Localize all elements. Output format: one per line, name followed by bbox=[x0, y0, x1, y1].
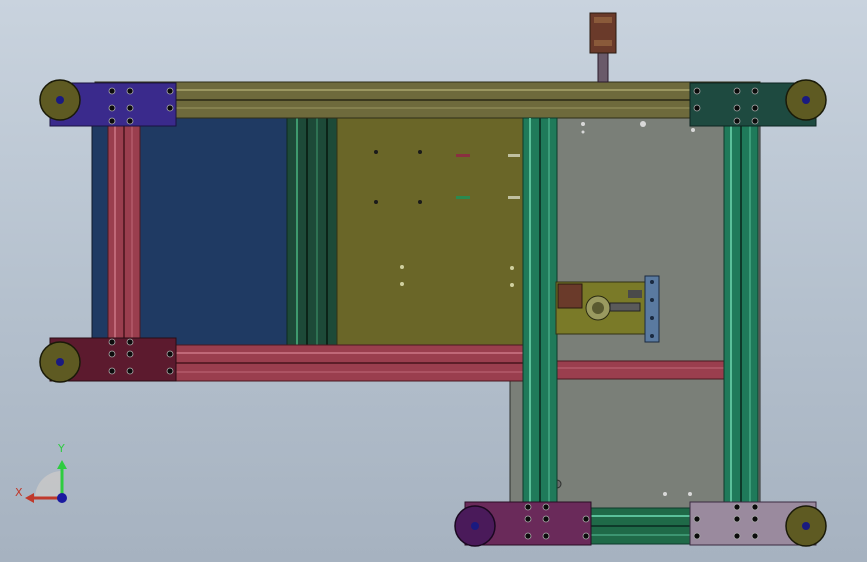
carriage-motor[interactable] bbox=[557, 283, 583, 309]
cad-graphics-viewport[interactable]: X Y bbox=[0, 0, 867, 562]
triad-y-label: Y bbox=[58, 442, 65, 455]
top-motor-shaft[interactable] bbox=[597, 51, 609, 83]
wheel-top-left[interactable] bbox=[39, 79, 81, 121]
coordinate-triad bbox=[25, 460, 67, 503]
wheel-bottom-right[interactable] bbox=[785, 505, 827, 547]
triad-plane-icon bbox=[35, 471, 62, 498]
triad-z-axis-icon bbox=[57, 493, 67, 503]
wheel-bottom-left[interactable] bbox=[454, 505, 496, 547]
carriage-end-block[interactable] bbox=[644, 275, 660, 343]
olive-panel[interactable] bbox=[336, 117, 528, 347]
triad-x-label: X bbox=[15, 486, 23, 499]
assembly-model[interactable] bbox=[0, 0, 867, 562]
wheel-mid-left[interactable] bbox=[39, 341, 81, 383]
wheel-top-right[interactable] bbox=[785, 79, 827, 121]
red-thin-rail[interactable] bbox=[554, 360, 726, 380]
green-rail-left[interactable] bbox=[286, 114, 338, 351]
